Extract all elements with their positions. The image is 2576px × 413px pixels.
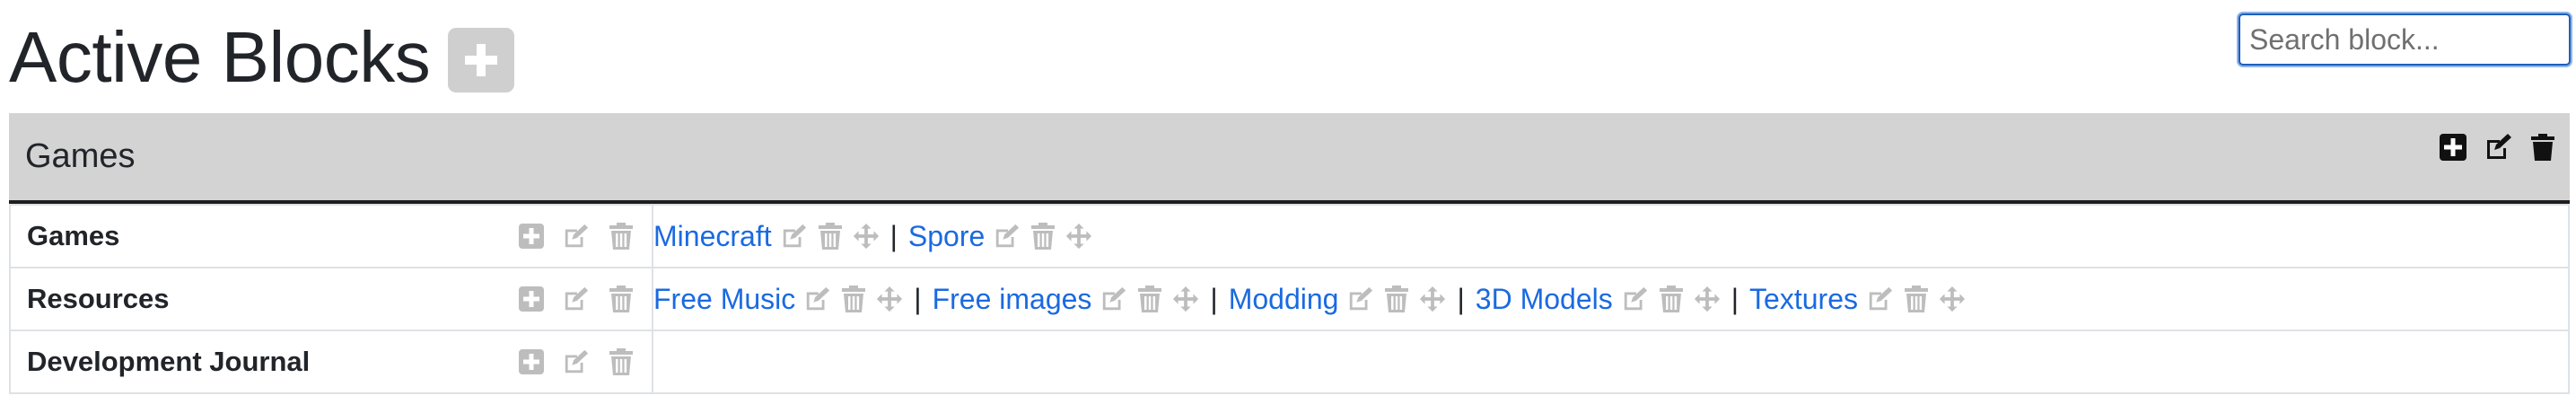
category-name: Resources	[27, 283, 170, 314]
page-title-text: Active Blocks	[9, 17, 431, 97]
edit-link-icon[interactable]	[1867, 285, 1894, 313]
edit-category-icon[interactable]	[563, 285, 590, 313]
links-cell	[652, 330, 2570, 394]
link-anchor[interactable]: Free Music	[653, 283, 795, 316]
edit-category-icon[interactable]	[563, 347, 590, 376]
block-title: Games	[25, 137, 136, 175]
links-list: Free Music | Free images | Modding | 3D Models…	[653, 283, 2568, 316]
link-separator: |	[914, 282, 922, 315]
move-link-icon[interactable]	[876, 285, 903, 313]
category-cell: Resources	[9, 267, 653, 331]
move-link-icon[interactable]	[1419, 285, 1446, 313]
link-actions	[781, 222, 880, 250]
link-item: Spore	[908, 220, 1092, 253]
delete-link-icon[interactable]	[1136, 285, 1163, 313]
link-separator: |	[1457, 282, 1465, 315]
edit-link-icon[interactable]	[994, 222, 1021, 250]
link-item: Free images	[933, 283, 1200, 316]
links-cell: Minecraft | Spore	[652, 204, 2570, 268]
add-link-icon[interactable]	[518, 347, 545, 376]
category-cell: Games	[9, 204, 653, 268]
delete-category-icon[interactable]	[608, 222, 635, 250]
link-actions	[1622, 285, 1721, 313]
category-name: Games	[27, 220, 120, 251]
move-link-icon[interactable]	[1065, 222, 1092, 250]
delete-block-icon[interactable]	[2528, 131, 2557, 163]
link-separator: |	[1210, 282, 1218, 315]
move-link-icon[interactable]	[853, 222, 880, 250]
delete-category-icon[interactable]	[608, 285, 635, 313]
link-anchor[interactable]: Spore	[908, 220, 985, 253]
link-item: 3D Models	[1476, 283, 1721, 316]
edit-link-icon[interactable]	[804, 285, 831, 313]
app-root: Active Blocks Games	[0, 0, 2576, 413]
page-title: Active Blocks	[9, 16, 515, 99]
block-header-actions	[2439, 131, 2557, 163]
link-anchor[interactable]: Minecraft	[653, 220, 772, 253]
delete-link-icon[interactable]	[1658, 285, 1685, 313]
delete-link-icon[interactable]	[1903, 285, 1930, 313]
add-category-icon[interactable]	[2439, 131, 2467, 163]
links-list: Minecraft | Spore	[653, 220, 2568, 253]
category-cell: Development Journal	[9, 330, 653, 394]
link-actions	[1867, 285, 1966, 313]
edit-link-icon[interactable]	[781, 222, 808, 250]
link-actions	[1347, 285, 1446, 313]
add-link-icon[interactable]	[518, 222, 545, 250]
link-actions	[1100, 285, 1199, 313]
move-link-icon[interactable]	[1694, 285, 1721, 313]
plus-icon	[465, 44, 498, 76]
link-anchor[interactable]: 3D Models	[1476, 283, 1613, 316]
edit-link-icon[interactable]	[1622, 285, 1649, 313]
link-anchor[interactable]: Textures	[1749, 283, 1858, 316]
search-input[interactable]	[2237, 12, 2572, 67]
link-item: Minecraft	[653, 220, 880, 253]
category-row: Resources Free Music | Free images | Modding |…	[9, 267, 2570, 331]
category-actions	[518, 285, 635, 313]
link-anchor[interactable]: Modding	[1229, 283, 1339, 316]
block-header: Games	[9, 113, 2570, 204]
delete-link-icon[interactable]	[840, 285, 867, 313]
move-link-icon[interactable]	[1939, 285, 1966, 313]
edit-link-icon[interactable]	[1347, 285, 1374, 313]
category-actions	[518, 222, 635, 250]
category-row: Games Minecraft | Spore	[9, 204, 2570, 268]
link-separator: |	[889, 219, 898, 252]
delete-link-icon[interactable]	[1030, 222, 1056, 250]
delete-category-icon[interactable]	[608, 347, 635, 376]
delete-link-icon[interactable]	[1383, 285, 1410, 313]
link-actions	[994, 222, 1092, 250]
search-container	[2237, 12, 2572, 67]
edit-link-icon[interactable]	[1100, 285, 1127, 313]
category-name: Development Journal	[27, 346, 311, 377]
category-row: Development Journal	[9, 330, 2570, 394]
move-link-icon[interactable]	[1172, 285, 1199, 313]
link-separator: |	[1730, 282, 1739, 315]
edit-category-icon[interactable]	[563, 222, 590, 250]
link-item: Textures	[1749, 283, 1966, 316]
links-cell: Free Music | Free images | Modding | 3D Models…	[652, 267, 2570, 331]
delete-link-icon[interactable]	[817, 222, 844, 250]
link-item: Modding	[1229, 283, 1447, 316]
link-anchor[interactable]: Free images	[933, 283, 1092, 316]
edit-block-icon[interactable]	[2484, 131, 2512, 163]
link-item: Free Music	[653, 283, 903, 316]
add-block-button[interactable]	[448, 28, 515, 92]
categories-table: Games Minecraft | Spore Resources Free Music |…	[9, 204, 2570, 394]
block-panel: Games Games Minecraft | Spore Resources Free …	[9, 113, 2570, 394]
link-actions	[804, 285, 903, 313]
category-actions	[518, 347, 635, 376]
add-link-icon[interactable]	[518, 285, 545, 313]
